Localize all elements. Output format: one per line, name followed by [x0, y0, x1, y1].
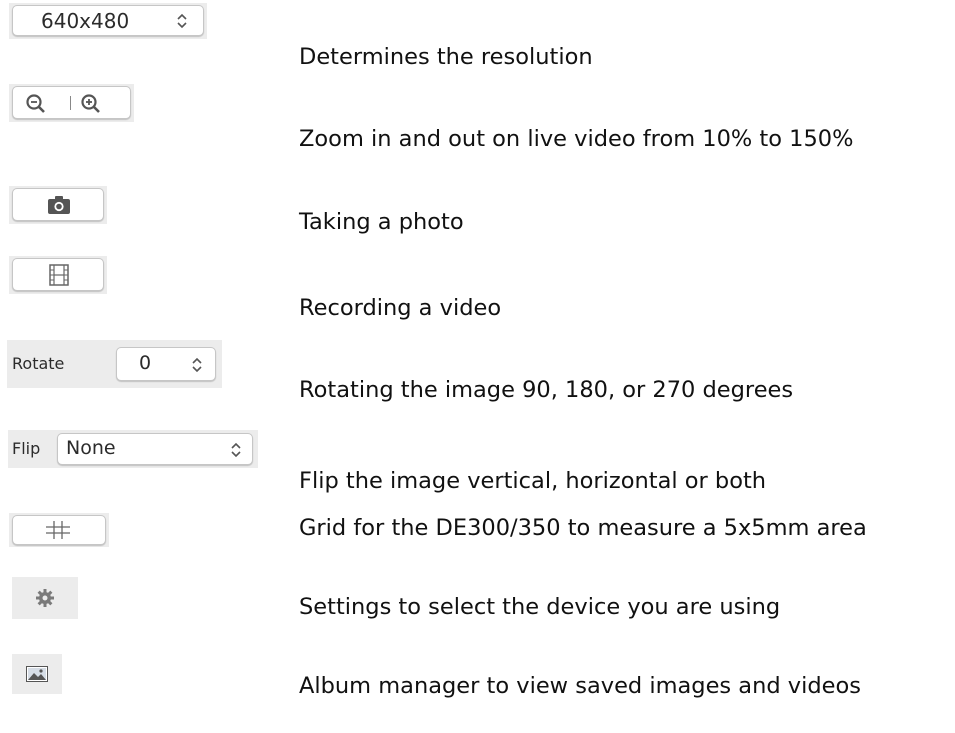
zoom-description: Zoom in and out on live video from 10% t… — [299, 126, 854, 152]
flip-label: Flip — [12, 439, 41, 458]
photo-description: Taking a photo — [299, 209, 464, 235]
record-video-button[interactable] — [12, 258, 104, 291]
zoom-divider — [70, 96, 71, 110]
up-down-chevron-icon — [230, 441, 242, 459]
rotate-description: Rotating the image 90, 180, or 270 degre… — [299, 377, 794, 403]
up-down-chevron-icon — [191, 356, 203, 374]
zoom-in-icon[interactable] — [80, 93, 104, 115]
settings-description: Settings to select the device you are us… — [299, 594, 781, 620]
video-description: Recording a video — [299, 295, 502, 321]
resolution-description: Determines the resolution — [299, 44, 593, 70]
zoom-control[interactable] — [12, 86, 131, 119]
grid-button[interactable] — [12, 515, 106, 545]
image-icon — [26, 666, 48, 682]
resolution-value: 640x480 — [41, 9, 130, 33]
grid-description: Grid for the DE300/350 to measure a 5x5m… — [299, 515, 867, 541]
rotate-select[interactable]: 0 — [116, 347, 216, 381]
up-down-chevron-icon — [176, 12, 188, 30]
rotate-value: 0 — [139, 352, 152, 374]
take-photo-button[interactable] — [12, 188, 104, 221]
flip-select[interactable]: None — [57, 433, 253, 465]
album-description: Album manager to view saved images and v… — [299, 673, 861, 699]
flip-description: Flip the image vertical, horizontal or b… — [299, 468, 767, 494]
grid-icon — [45, 520, 71, 540]
resolution-select[interactable]: 640x480 — [12, 5, 204, 36]
film-icon — [49, 264, 69, 286]
zoom-out-icon[interactable] — [25, 93, 49, 115]
camera-icon — [47, 195, 71, 215]
album-manager-button[interactable] — [14, 656, 60, 692]
flip-value: None — [66, 437, 116, 459]
rotate-label: Rotate — [12, 354, 65, 373]
gear-icon — [35, 588, 55, 608]
settings-button[interactable] — [20, 582, 70, 614]
